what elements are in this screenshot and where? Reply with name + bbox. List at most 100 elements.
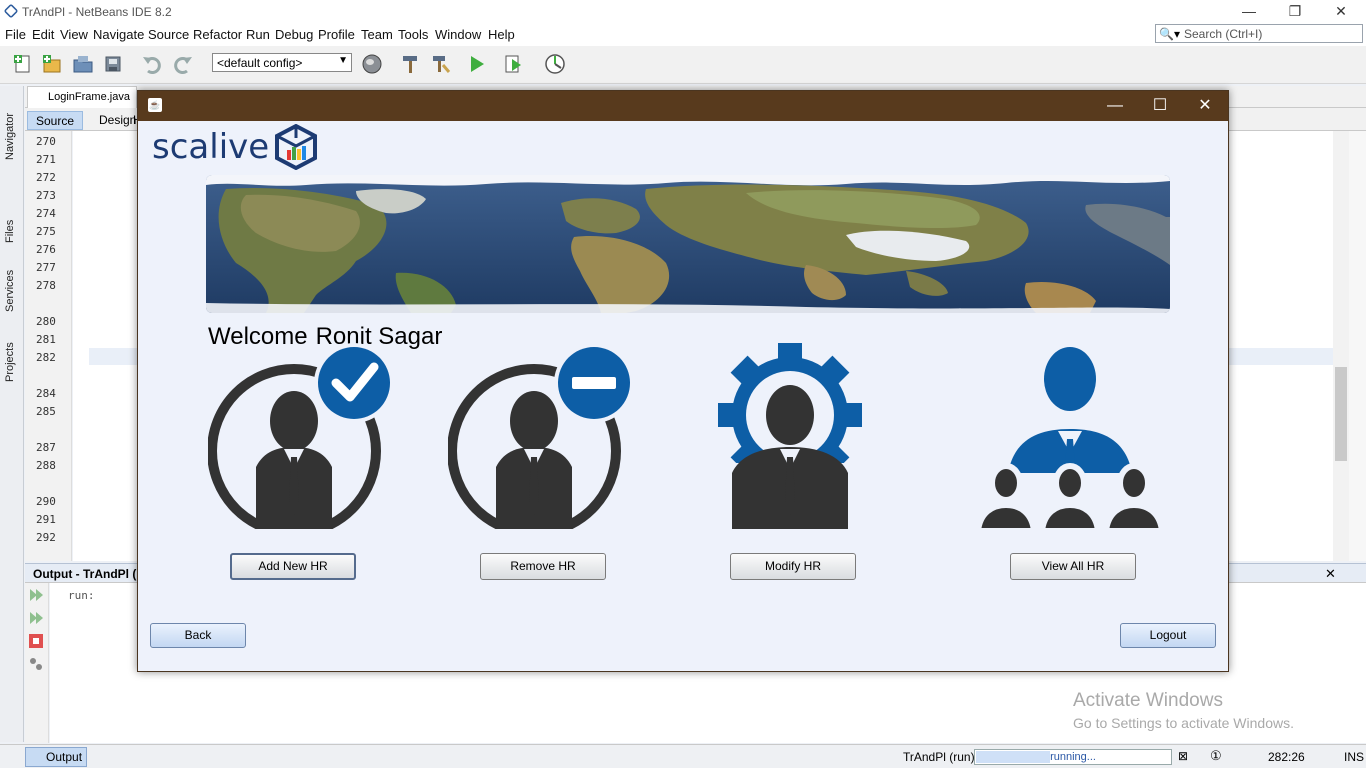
add-new-hr-button[interactable]: Add New HR (230, 553, 356, 580)
menu-file[interactable]: File (5, 27, 26, 42)
open-project-icon[interactable] (72, 53, 94, 75)
output-toolbar (25, 583, 49, 743)
error-stripe (1349, 131, 1366, 561)
progress-bar[interactable]: running... (974, 749, 1172, 765)
remove-hr-button[interactable]: Remove HR (480, 553, 606, 580)
users-group-icon (978, 347, 1162, 533)
ide-title: TrAndPl - NetBeans IDE 8.2 (22, 5, 172, 19)
redo-icon[interactable] (172, 53, 194, 75)
side-tab-services[interactable]: Services (4, 270, 16, 312)
logout-button[interactable]: Logout (1120, 623, 1216, 648)
close-button[interactable]: ✕ (1318, 0, 1364, 23)
menu-run[interactable]: Run (246, 27, 270, 42)
menu-navigate[interactable]: Navigate (93, 27, 144, 42)
output-text: run: (68, 589, 95, 602)
ide-title-bar: TrAndPl - NetBeans IDE 8.2 — ❐ ✕ (0, 0, 1366, 23)
line-number-gutter: 270 271 272 273 274 275 276 277 278 280 … (25, 131, 72, 561)
back-button[interactable]: Back (150, 623, 246, 648)
search-placeholder: Search (Ctrl+I) (1184, 27, 1263, 41)
new-file-icon[interactable] (12, 53, 34, 75)
close-icon[interactable]: ✕ (1325, 566, 1336, 582)
profile-icon[interactable] (544, 53, 566, 75)
stop-icon[interactable] (28, 633, 44, 649)
menu-refactor[interactable]: Refactor (193, 27, 242, 42)
logo-text: scalive (152, 127, 270, 167)
line-number: 277 (36, 261, 56, 274)
side-tab-files[interactable]: Files (4, 220, 16, 243)
left-side-strip: Navigator Files Services Projects (0, 86, 24, 742)
notifications-icon[interactable]: ① (1210, 748, 1222, 764)
tab-source[interactable]: Source (27, 111, 84, 130)
side-tab-navigator[interactable]: Navigator (4, 113, 16, 160)
output-window-button[interactable]: Output (25, 747, 87, 767)
menu-view[interactable]: View (60, 27, 88, 42)
file-tab-label: LoginFrame.java (48, 91, 130, 103)
menu-team[interactable]: Team (361, 27, 393, 42)
line-number: 281 (36, 333, 56, 346)
clean-build-icon[interactable] (430, 53, 452, 75)
config-select[interactable]: <default config> ▼ (212, 53, 352, 72)
search-icon: 🔍▾ (1159, 27, 1180, 41)
line-number: 278 (36, 279, 56, 292)
netbeans-icon (3, 3, 19, 19)
line-number: 287 (36, 441, 56, 454)
new-project-icon[interactable] (41, 53, 63, 75)
line-number: 292 (36, 531, 56, 544)
menu-profile[interactable]: Profile (318, 27, 355, 42)
line-number: 275 (36, 225, 56, 238)
dialog-close-button[interactable]: ✕ (1182, 91, 1228, 121)
menu-source[interactable]: Source (148, 27, 189, 42)
run-icon[interactable] (466, 53, 488, 75)
search-input[interactable]: 🔍▾ Search (Ctrl+I) (1155, 24, 1363, 43)
caret-position: 282:26 (1268, 750, 1305, 764)
scrollbar-thumb[interactable] (1335, 367, 1347, 461)
progress-text: running... (1050, 751, 1096, 763)
line-number: 274 (36, 207, 56, 220)
menu-debug[interactable]: Debug (275, 27, 313, 42)
rerun-icon[interactable] (28, 587, 44, 603)
toolbar (0, 46, 1366, 84)
settings-icon[interactable] (28, 656, 44, 672)
menu-window[interactable]: Window (435, 27, 481, 42)
menu-help[interactable]: Help (488, 27, 515, 42)
dialog-title-bar: ☕ — ☐ ✕ (138, 91, 1228, 121)
side-tab-projects[interactable]: Projects (4, 342, 16, 382)
activate-windows-title: Activate Windows (1073, 690, 1223, 711)
output-window-label: Output (46, 750, 83, 764)
line-number: 276 (36, 243, 56, 256)
tab-loginframe-java[interactable]: LoginFrame.java (27, 86, 137, 108)
debug-icon[interactable] (503, 53, 525, 75)
view-all-hr-button[interactable]: View All HR (1010, 553, 1136, 580)
line-number: 280 (36, 315, 56, 328)
activate-windows-subtitle: Go to Settings to activate Windows. (1073, 715, 1294, 731)
line-number: 291 (36, 513, 56, 526)
running-project: TrAndPl (run) (903, 750, 975, 764)
user-settings-icon (718, 343, 862, 529)
globe-icon[interactable] (361, 53, 383, 75)
world-map-banner (206, 175, 1170, 313)
restore-button[interactable]: ❐ (1272, 0, 1318, 23)
line-number: 290 (36, 495, 56, 508)
menu-tools[interactable]: Tools (398, 27, 428, 42)
undo-icon[interactable] (141, 53, 163, 75)
java-icon: ☕ (148, 98, 162, 112)
menu-edit[interactable]: Edit (32, 27, 54, 42)
cancel-task-icon[interactable]: ⊠ (1178, 749, 1188, 763)
user-remove-icon (448, 343, 634, 529)
line-number: 284 (36, 387, 56, 400)
modify-hr-button[interactable]: Modify HR (730, 553, 856, 580)
save-all-icon[interactable] (103, 53, 125, 75)
output-title: Output - TrAndPl (r (33, 567, 141, 581)
chevron-down-icon: ▼ (338, 55, 348, 66)
line-number: 270 (36, 135, 56, 148)
dialog-maximize-button[interactable]: ☐ (1137, 91, 1183, 121)
line-number: 273 (36, 189, 56, 202)
rerun-with-args-icon[interactable] (28, 610, 44, 626)
minimize-button[interactable]: — (1226, 0, 1272, 23)
hr-management-window: ☕ — ☐ ✕ scalive Welcome Ronit Sagar Add … (137, 90, 1229, 672)
editor-scrollbar[interactable] (1333, 131, 1349, 561)
line-number: 282 (36, 351, 56, 364)
build-hammer-icon[interactable] (399, 53, 421, 75)
line-number: 272 (36, 171, 56, 184)
dialog-minimize-button[interactable]: — (1092, 91, 1138, 121)
